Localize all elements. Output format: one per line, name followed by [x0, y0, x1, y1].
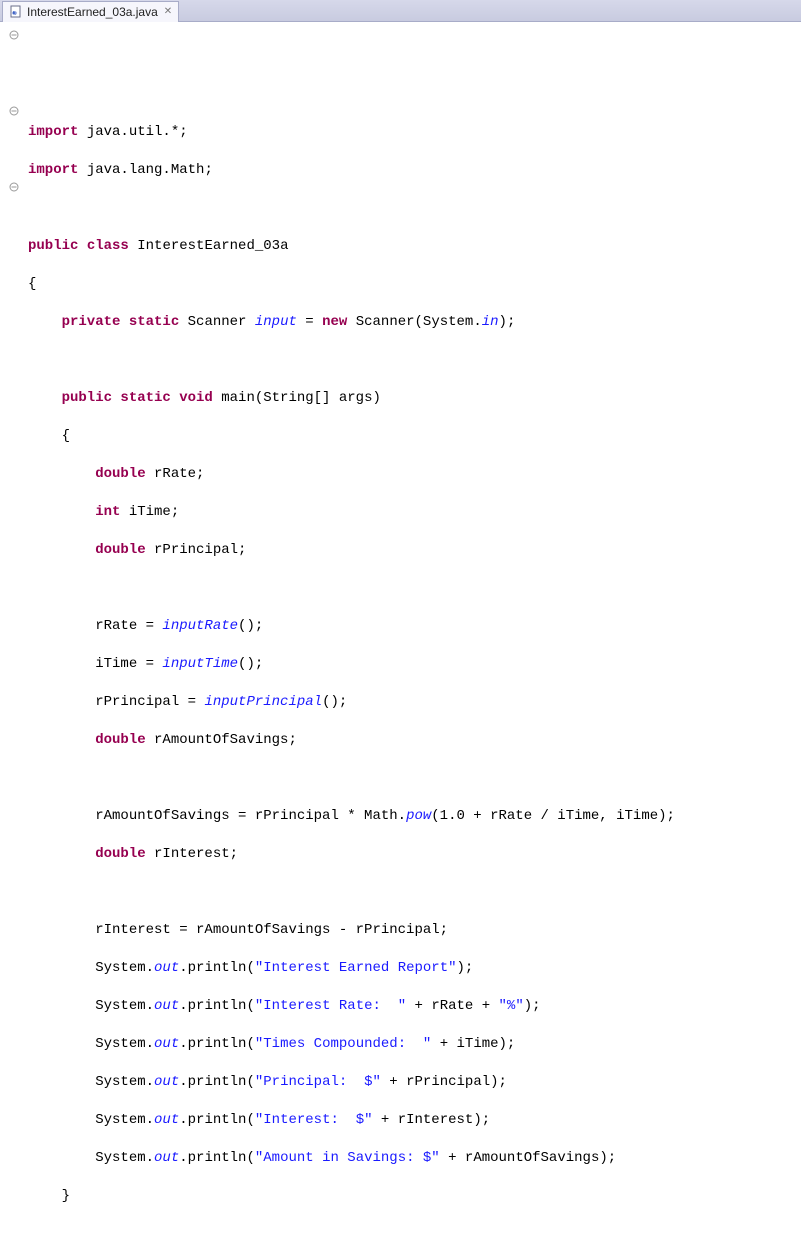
code-token: rRate; [146, 466, 205, 482]
code-line: } [28, 1187, 801, 1206]
code-editor[interactable]: import java.util.*; import java.lang.Mat… [0, 22, 801, 1234]
code-token: void [171, 390, 213, 406]
code-token: + rPrincipal [381, 1074, 490, 1090]
code-token: Scanner(System. [347, 314, 481, 330]
code-token: ); [599, 1150, 616, 1166]
code-token: "Interest: $" [255, 1112, 373, 1128]
close-icon[interactable]: ✕ [164, 6, 172, 17]
code-line [28, 883, 801, 902]
code-token: + iTime [431, 1036, 498, 1052]
code-token: java.util.*; [78, 124, 187, 140]
code-token: public [28, 390, 112, 406]
editor-tabbar: J InterestEarned_03a.java ✕ [0, 0, 801, 22]
code-token: iTime = [28, 656, 162, 672]
code-token: out [154, 960, 179, 976]
code-token: .println( [179, 960, 255, 976]
code-token: double [28, 466, 146, 482]
code-token: System. [28, 960, 154, 976]
code-token: main(String[] args) [213, 390, 381, 406]
code-line: rInterest = rAmountOfSavings - rPrincipa… [28, 921, 801, 940]
code-line [28, 351, 801, 370]
code-token: (); [238, 618, 263, 634]
code-token: input [255, 314, 297, 330]
code-token: System. [28, 1150, 154, 1166]
code-token: inputRate [162, 618, 238, 634]
code-line [28, 769, 801, 788]
code-token: InterestEarned_03a [129, 238, 289, 254]
tab-filename: InterestEarned_03a.java [27, 5, 158, 19]
code-token: private [28, 314, 120, 330]
code-line: { [28, 427, 801, 446]
code-token: System. [28, 1074, 154, 1090]
code-token: ); [490, 1074, 507, 1090]
code-token: ); [499, 1036, 516, 1052]
code-line [28, 199, 801, 218]
code-token: in [482, 314, 499, 330]
code-token: rAmountOfSavings; [146, 732, 297, 748]
code-token: class [78, 238, 128, 254]
code-line: { [28, 275, 801, 294]
code-token: ); [473, 1112, 490, 1128]
code-token: double [28, 846, 146, 862]
code-token: .println( [179, 1150, 255, 1166]
collapse-toggle-icon[interactable] [8, 29, 20, 41]
code-token: rPrincipal = [28, 694, 204, 710]
java-file-icon: J [9, 5, 23, 19]
code-token: ); [457, 960, 474, 976]
code-token: out [154, 998, 179, 1014]
code-token: "Times Compounded: " [255, 1036, 431, 1052]
code-token: int [28, 504, 120, 520]
code-token: .println( [179, 1112, 255, 1128]
code-token: "Principal: $" [255, 1074, 381, 1090]
code-token: rAmountOfSavings = rPrincipal * Math. [28, 808, 406, 824]
code-token: ); [499, 314, 516, 330]
code-token: .println( [179, 998, 255, 1014]
code-token: System. [28, 1036, 154, 1052]
code-token: = [297, 314, 322, 330]
code-token: import [28, 162, 78, 178]
code-token: System. [28, 1112, 154, 1128]
code-token: (); [322, 694, 347, 710]
code-token: "%" [499, 998, 524, 1014]
code-token: inputTime [162, 656, 238, 672]
code-token: rPrincipal; [146, 542, 247, 558]
code-token: java.lang.Math; [78, 162, 212, 178]
code-token: iTime; [120, 504, 179, 520]
code-token: (1.0 + rRate / iTime, iTime); [431, 808, 675, 824]
code-token: out [154, 1112, 179, 1128]
code-token: .println( [179, 1036, 255, 1052]
code-token: "Amount in Savings: $" [255, 1150, 440, 1166]
code-token: + rAmountOfSavings [440, 1150, 600, 1166]
code-line [28, 579, 801, 598]
code-token: "Interest Earned Report" [255, 960, 457, 976]
code-token: static [112, 390, 171, 406]
code-token: pow [406, 808, 431, 824]
code-token: public [28, 238, 78, 254]
code-token: double [28, 732, 146, 748]
code-token: System. [28, 998, 154, 1014]
code-token: out [154, 1074, 179, 1090]
code-token: new [322, 314, 347, 330]
code-token: out [154, 1036, 179, 1052]
code-token: rRate = [28, 618, 162, 634]
code-token: (); [238, 656, 263, 672]
collapse-toggle-icon[interactable] [8, 105, 20, 117]
code-token: inputPrincipal [204, 694, 322, 710]
collapse-toggle-icon[interactable] [8, 181, 20, 193]
code-token: double [28, 542, 146, 558]
code-token: ); [524, 998, 541, 1014]
code-token: "Interest Rate: " [255, 998, 406, 1014]
code-token: import [28, 124, 78, 140]
code-token: + rInterest [373, 1112, 474, 1128]
code-token: out [154, 1150, 179, 1166]
code-token: rInterest; [146, 846, 238, 862]
code-token: .println( [179, 1074, 255, 1090]
code-token: static [120, 314, 179, 330]
tab-active[interactable]: J InterestEarned_03a.java ✕ [2, 1, 179, 22]
code-token: + rRate + [406, 998, 498, 1014]
code-token: Scanner [179, 314, 255, 330]
